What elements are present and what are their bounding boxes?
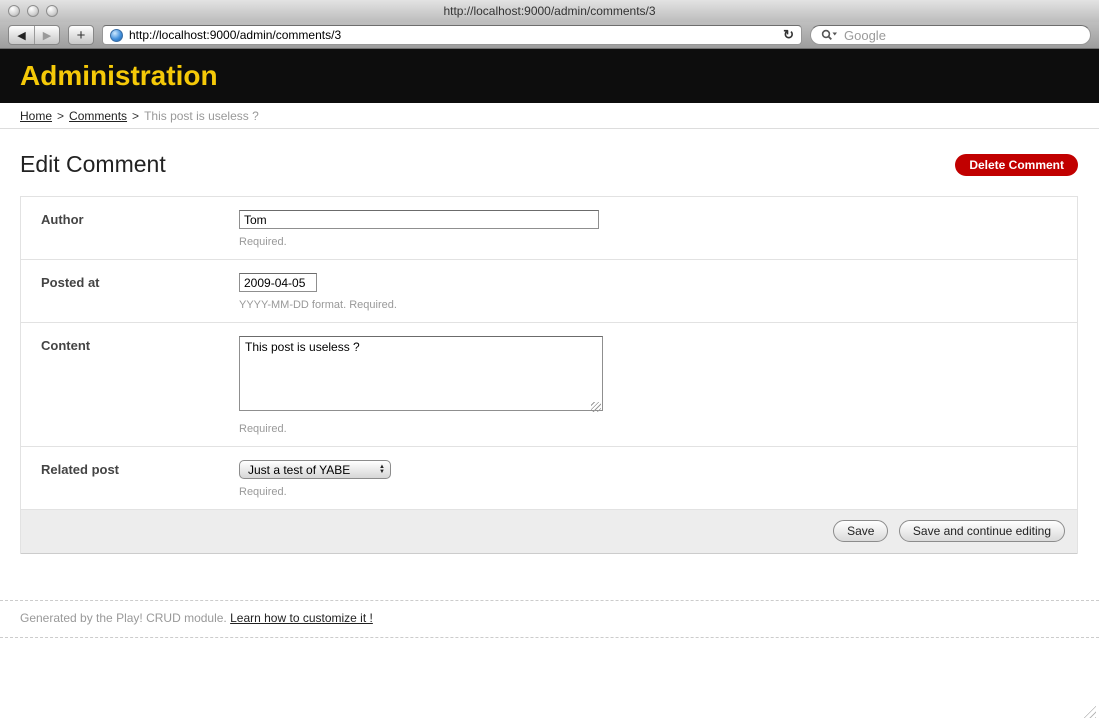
form-buttons-row: Save Save and continue editing <box>21 510 1077 554</box>
related-post-hint: Required. <box>239 486 1077 498</box>
nav-buttons: ◀ ▶ <box>8 25 60 45</box>
address-bar-url: http://localhost:9000/admin/comments/3 <box>129 28 341 42</box>
breadcrumb-home-link[interactable]: Home <box>20 109 52 123</box>
breadcrumb-comments-link[interactable]: Comments <box>69 109 127 123</box>
search-input[interactable]: Google <box>810 25 1091 45</box>
related-post-selected-value: Just a test of YABE <box>248 463 377 477</box>
search-magnifier-icon <box>821 29 838 41</box>
content-textarea[interactable]: This post is useless ? <box>239 336 603 411</box>
related-post-select[interactable]: Just a test of YABE ▲▼ <box>239 460 391 479</box>
author-input[interactable] <box>239 210 599 229</box>
posted-at-label: Posted at <box>21 273 239 311</box>
admin-header: Administration <box>0 49 1099 103</box>
forward-icon[interactable]: ▶ <box>34 26 59 44</box>
edit-comment-form: Author Required. Posted at YYYY-MM-DD fo… <box>20 196 1078 554</box>
app-title: Administration <box>0 60 218 92</box>
breadcrumb: Home > Comments > This post is useless ? <box>0 103 1099 129</box>
browser-window: http://localhost:9000/admin/comments/3 ◀… <box>0 0 1099 721</box>
author-label: Author <box>21 210 239 248</box>
select-stepper-arrows-icon: ▲▼ <box>377 465 387 475</box>
save-and-continue-button[interactable]: Save and continue editing <box>899 520 1065 542</box>
search-placeholder: Google <box>844 28 886 43</box>
content-hint: Required. <box>239 423 1077 435</box>
back-icon[interactable]: ◀ <box>9 26 34 44</box>
page-title: Edit Comment <box>20 151 166 178</box>
site-favicon-globe-icon <box>110 29 123 42</box>
field-row-related-post: Related post Just a test of YABE ▲▼ Requ… <box>21 447 1077 510</box>
field-row-content: Content This post is useless ? Required. <box>21 323 1077 447</box>
breadcrumb-current: This post is useless ? <box>144 109 259 123</box>
page-head: Edit Comment Delete Comment <box>20 151 1078 178</box>
breadcrumb-separator: > <box>132 109 139 123</box>
save-button[interactable]: Save <box>833 520 888 542</box>
posted-at-hint: YYYY-MM-DD format. Required. <box>239 299 1077 311</box>
window-title: http://localhost:9000/admin/comments/3 <box>0 4 1099 18</box>
page-footer: Generated by the Play! CRUD module. Lear… <box>0 600 1099 638</box>
footer-text: Generated by the Play! CRUD module. <box>20 611 227 625</box>
related-post-label: Related post <box>21 460 239 498</box>
field-row-author: Author Required. <box>21 197 1077 260</box>
breadcrumb-separator: > <box>57 109 64 123</box>
address-bar[interactable]: http://localhost:9000/admin/comments/3 ↻ <box>102 25 802 45</box>
delete-comment-button[interactable]: Delete Comment <box>955 154 1078 176</box>
posted-at-input[interactable] <box>239 273 317 292</box>
content-label: Content <box>21 336 239 435</box>
window-titlebar: http://localhost:9000/admin/comments/3 <box>0 0 1099 22</box>
author-hint: Required. <box>239 236 1077 248</box>
add-tab-icon[interactable]: + <box>68 25 94 45</box>
browser-toolbar: ◀ ▶ + http://localhost:9000/admin/commen… <box>0 22 1099 49</box>
window-resize-grip-icon[interactable] <box>1082 704 1096 718</box>
field-row-posted-at: Posted at YYYY-MM-DD format. Required. <box>21 260 1077 323</box>
footer-customize-link[interactable]: Learn how to customize it ! <box>230 611 373 625</box>
reload-icon[interactable]: ↻ <box>783 27 794 43</box>
